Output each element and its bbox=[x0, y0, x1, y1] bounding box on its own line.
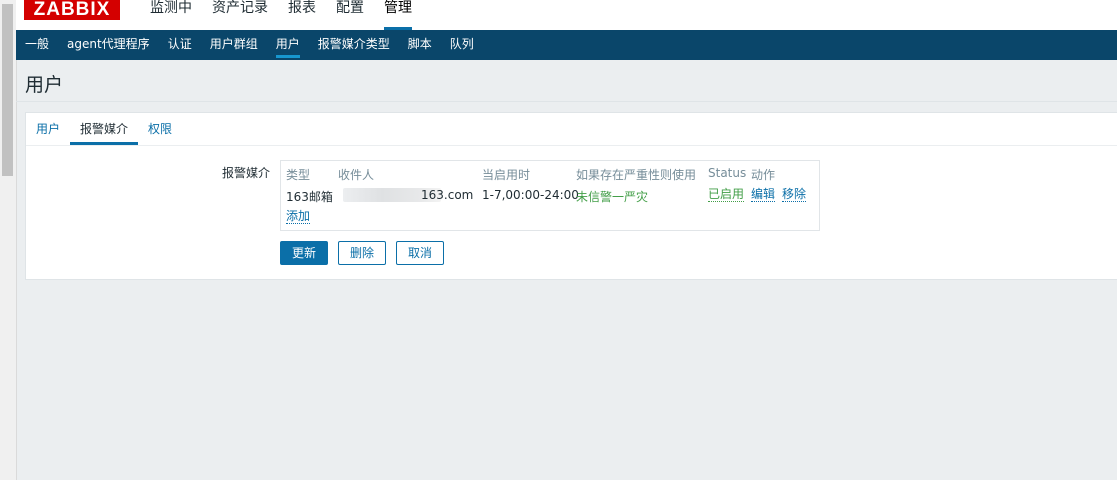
tab-user[interactable]: 用户 bbox=[36, 120, 60, 137]
menu-configuration[interactable]: 配置 bbox=[326, 0, 374, 30]
main-menu: 监测中 资产记录 报表 配置 管理 bbox=[140, 0, 422, 30]
subnav-proxies[interactable]: agent代理程序 bbox=[58, 30, 159, 60]
page-title: 用户 bbox=[25, 74, 64, 96]
menu-reports[interactable]: 报表 bbox=[278, 0, 326, 30]
menu-administration[interactable]: 管理 bbox=[374, 0, 422, 30]
subnav-scripts[interactable]: 脚本 bbox=[399, 30, 441, 60]
cancel-button[interactable]: 取消 bbox=[396, 241, 444, 265]
subnav-queue[interactable]: 队列 bbox=[441, 30, 483, 60]
update-button[interactable]: 更新 bbox=[280, 241, 328, 265]
subnav-users[interactable]: 用户 bbox=[267, 30, 309, 60]
scrollbar-thumb[interactable] bbox=[2, 4, 13, 176]
col-header-actions: 动作 bbox=[751, 168, 776, 182]
menu-monitoring[interactable]: 监测中 bbox=[140, 0, 202, 30]
page-scrollbar[interactable] bbox=[0, 0, 17, 480]
sub-navigation: 一般 agent代理程序 认证 用户群组 用户 报警媒介类型 脚本 队列 bbox=[16, 30, 1117, 60]
severity-cell: 未信警一严灾 bbox=[576, 190, 649, 204]
media-field-label: 报警媒介 bbox=[222, 166, 271, 180]
add-media-link[interactable]: 添加 bbox=[286, 210, 311, 224]
tab-media[interactable]: 报警媒介 bbox=[80, 120, 128, 137]
media-type-cell: 163邮箱 bbox=[286, 190, 333, 204]
top-header: ZABBIX 监测中 资产记录 报表 配置 管理 bbox=[16, 0, 1117, 31]
edit-link[interactable]: 编辑 bbox=[751, 188, 776, 202]
delete-button[interactable]: 删除 bbox=[338, 241, 386, 265]
status-toggle-link[interactable]: 已启用 bbox=[708, 188, 745, 202]
subnav-general[interactable]: 一般 bbox=[16, 30, 58, 60]
when-active-cell: 1-7,00:00-24:00 bbox=[482, 188, 579, 202]
form-tabs: 用户 报警媒介 权限 bbox=[26, 113, 1117, 146]
remove-link[interactable]: 移除 bbox=[782, 188, 807, 202]
col-header-when-active: 当启用时 bbox=[482, 168, 531, 182]
col-header-type: 类型 bbox=[286, 168, 311, 182]
title-divider bbox=[16, 101, 1117, 102]
user-form-panel: 用户 报警媒介 权限 报警媒介 类型 收件人 当启用时 如果存在严重性则使用 S… bbox=[25, 112, 1117, 280]
recipient-cell: 163.com bbox=[421, 188, 474, 202]
media-table: 类型 收件人 当启用时 如果存在严重性则使用 Status 动作 163邮箱 1… bbox=[280, 160, 820, 231]
zabbix-logo[interactable]: ZABBIX bbox=[24, 0, 120, 20]
col-header-status: Status bbox=[708, 166, 747, 180]
col-header-severity: 如果存在严重性则使用 bbox=[576, 168, 697, 182]
active-tab-indicator bbox=[70, 142, 138, 145]
subnav-user-groups[interactable]: 用户群组 bbox=[201, 30, 267, 60]
subnav-authentication[interactable]: 认证 bbox=[159, 30, 201, 60]
tab-permissions[interactable]: 权限 bbox=[148, 120, 172, 137]
menu-inventory[interactable]: 资产记录 bbox=[202, 0, 278, 30]
subnav-media-types[interactable]: 报警媒介类型 bbox=[309, 30, 399, 60]
col-header-recipient: 收件人 bbox=[338, 168, 375, 182]
